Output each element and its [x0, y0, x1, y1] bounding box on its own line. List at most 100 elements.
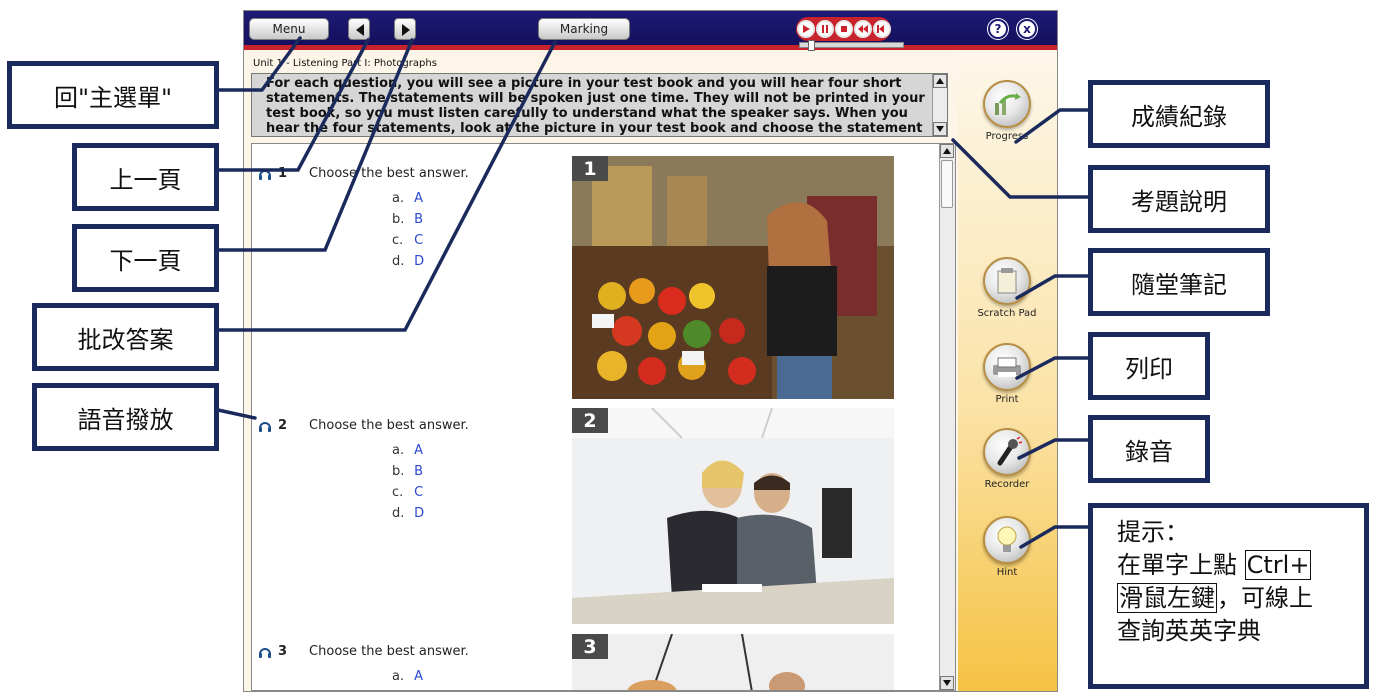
menu-button[interactable]: Menu	[249, 18, 329, 40]
hint-line-2: 在單字上點 Ctrl+	[1117, 549, 1352, 582]
option-letter: d.	[392, 254, 405, 269]
option-letter: d.	[392, 506, 405, 521]
option-c[interactable]: c. C	[392, 230, 424, 251]
breadcrumb: Unit 1 - Listening Part I: Photographs	[253, 58, 437, 69]
triangle-left-icon	[356, 24, 364, 36]
hint-title: 提示：	[1117, 518, 1189, 546]
question-number: 2	[278, 418, 288, 433]
option-value[interactable]: C	[414, 233, 423, 248]
supermarket-photo	[572, 156, 894, 399]
option-value[interactable]: D	[414, 254, 424, 269]
test-app-window: Menu Marking ? x Unit 1 - Listening Part…	[243, 10, 1058, 692]
question-photo-1: 1	[572, 156, 894, 399]
option-a[interactable]: a. A	[392, 188, 424, 209]
scratch-pad-label: Scratch Pad	[977, 308, 1037, 319]
questions-scrollbar[interactable]	[939, 144, 955, 690]
top-toolbar: Menu Marking ? x	[244, 11, 1057, 45]
recorder-button[interactable]: Recorder	[969, 428, 1045, 490]
notepad-icon	[983, 257, 1031, 305]
scroll-down-button[interactable]	[933, 122, 947, 136]
headphones-icon[interactable]	[258, 419, 272, 433]
headphones-icon[interactable]	[258, 645, 272, 659]
back-button[interactable]	[872, 20, 891, 38]
callout-audio-play: 語音撥放	[32, 383, 219, 451]
option-letter: b.	[392, 687, 410, 690]
option-value[interactable]: B	[414, 690, 423, 691]
tools-sidebar: Progress Scratch Pad Print Recorder Hint	[958, 50, 1057, 691]
option-a[interactable]: a. A	[392, 440, 424, 461]
meeting-photo	[572, 634, 894, 690]
stop-button[interactable]	[834, 20, 853, 38]
option-value[interactable]: B	[414, 212, 423, 227]
photo-number-tag: 2	[572, 408, 608, 433]
option-letter: b.	[392, 464, 405, 479]
callout-marking: 批改答案	[32, 303, 219, 371]
progress-button[interactable]: Progress	[969, 80, 1045, 142]
marking-button[interactable]: Marking	[538, 18, 630, 40]
instructions-text: For each question, you will see a pictur…	[266, 76, 925, 136]
slider-handle[interactable]	[808, 40, 815, 51]
callout-recorder: 錄音	[1088, 415, 1210, 483]
scroll-up-button[interactable]	[933, 74, 947, 88]
option-value[interactable]: D	[414, 506, 424, 521]
option-b[interactable]: b. B	[392, 461, 424, 482]
option-value[interactable]: A	[414, 191, 423, 206]
microphone-icon	[983, 428, 1031, 476]
hint-prefix: 在單字上點	[1117, 551, 1237, 579]
instructions-panel: For each question, you will see a pictur…	[251, 73, 948, 137]
callout-hint: 提示： 在單字上點 Ctrl+ 滑鼠左鍵，可線上 查詢英英字典	[1088, 503, 1369, 689]
option-value[interactable]: A	[414, 443, 423, 458]
question-header: 1 Choose the best answer.	[258, 166, 469, 181]
print-label: Print	[995, 394, 1019, 405]
scratch-pad-button[interactable]: Scratch Pad	[969, 257, 1045, 319]
instructions-scrollbar[interactable]	[932, 74, 947, 136]
hint-line-4: 查詢英英字典	[1117, 617, 1261, 645]
headphones-icon[interactable]	[258, 167, 272, 181]
next-page-button[interactable]	[394, 18, 416, 40]
audio-progress-slider[interactable]	[799, 40, 904, 51]
question-photo-2: 2	[572, 408, 894, 624]
option-value[interactable]: C	[414, 485, 423, 500]
office-photo	[572, 408, 894, 624]
progress-icon	[983, 80, 1031, 128]
pause-button[interactable]	[815, 20, 834, 38]
option-a[interactable]: a. A	[392, 666, 423, 687]
option-b[interactable]: b. B	[392, 687, 423, 691]
option-value[interactable]: B	[414, 464, 423, 479]
hint-suffix: ，可線上	[1217, 584, 1313, 612]
lightbulb-icon	[983, 516, 1031, 564]
question-prompt: Choose the best answer.	[309, 166, 469, 181]
question-prompt: Choose the best answer.	[309, 418, 469, 433]
scroll-up-icon	[936, 78, 944, 84]
hint-button[interactable]: Hint	[969, 516, 1045, 578]
option-value[interactable]: A	[414, 669, 423, 684]
option-b[interactable]: b. B	[392, 209, 424, 230]
rewind-button[interactable]	[853, 20, 872, 38]
help-button[interactable]: ?	[988, 19, 1008, 39]
close-button[interactable]: x	[1017, 19, 1037, 39]
scroll-thumb[interactable]	[941, 160, 953, 208]
scroll-down-icon	[943, 680, 951, 686]
callout-scratch-pad: 隨堂筆記	[1088, 248, 1270, 316]
previous-page-button[interactable]	[348, 18, 370, 40]
rewind-icon	[857, 25, 868, 33]
triangle-right-icon	[402, 24, 410, 36]
question-header: 3 Choose the best answer.	[258, 644, 469, 659]
skip-back-icon	[876, 25, 884, 33]
progress-label: Progress	[985, 131, 1029, 142]
photo-number-tag: 1	[572, 156, 608, 181]
option-d[interactable]: d. D	[392, 503, 424, 524]
callout-main-menu: 回"主選單"	[7, 61, 219, 129]
print-button[interactable]: Print	[969, 343, 1045, 405]
scroll-up-button[interactable]	[940, 144, 954, 158]
option-c[interactable]: c. C	[392, 482, 424, 503]
callout-prev-page: 上一頁	[72, 143, 219, 211]
answer-options: a. A b. B c. C d. D	[392, 440, 424, 524]
option-d[interactable]: d. D	[392, 251, 424, 272]
play-button[interactable]	[796, 20, 815, 38]
scroll-down-button[interactable]	[940, 676, 954, 690]
audio-controls	[796, 17, 891, 41]
option-letter: a.	[392, 443, 405, 458]
hint-key-mouse: 滑鼠左鍵	[1117, 583, 1217, 613]
question-header: 2 Choose the best answer.	[258, 418, 469, 433]
